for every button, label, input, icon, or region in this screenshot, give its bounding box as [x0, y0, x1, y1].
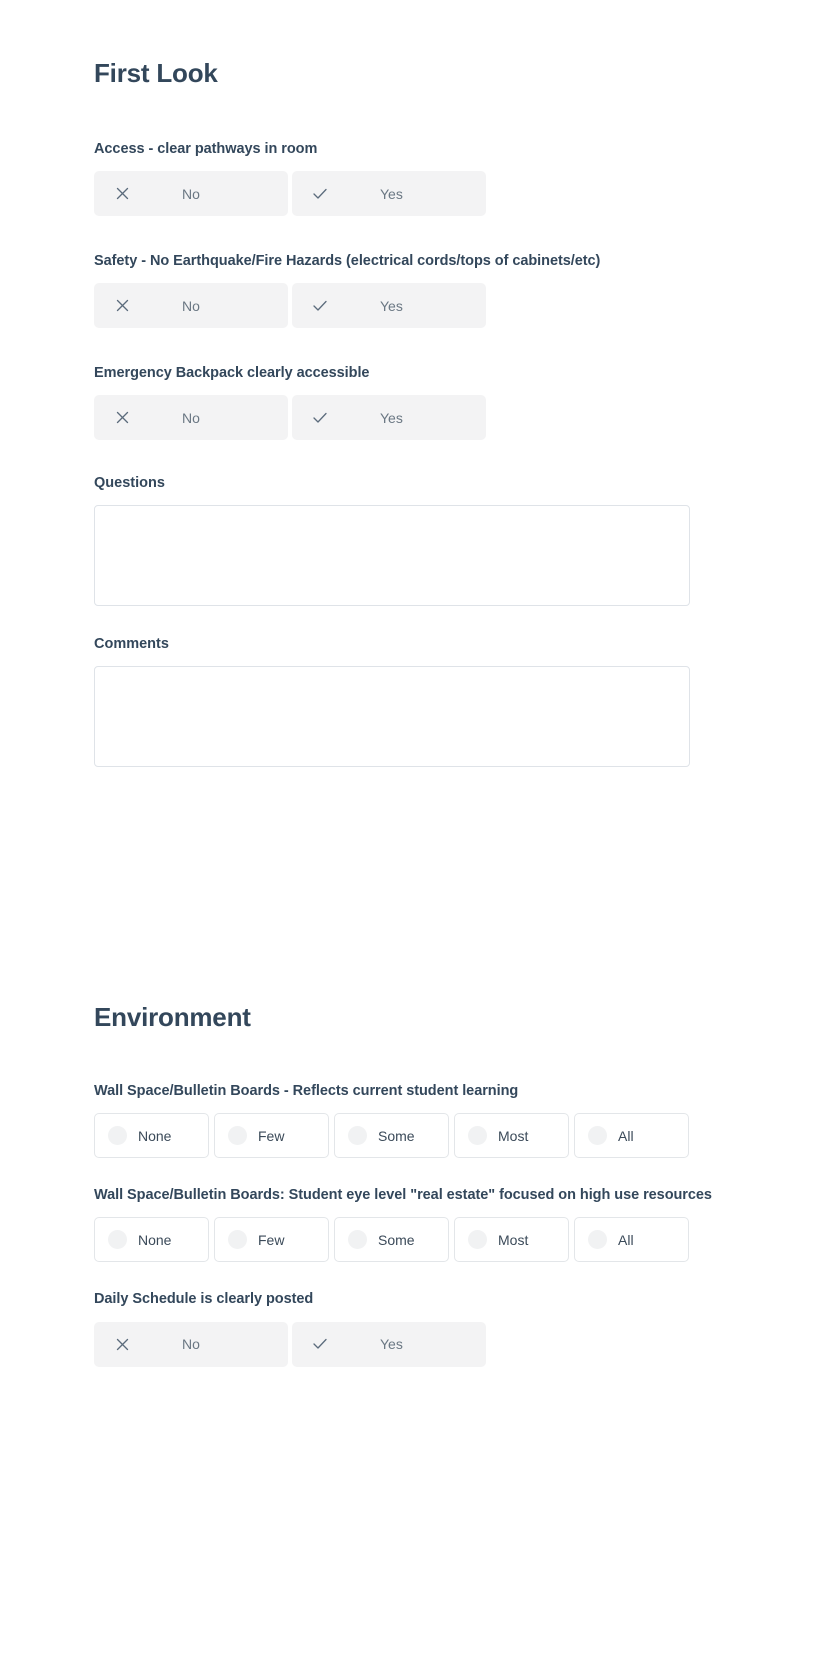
yesno-group-emergency-backpack: No Yes — [94, 395, 746, 441]
option-label: Yes — [380, 409, 403, 426]
option-no[interactable]: No — [94, 283, 288, 329]
option-label: Yes — [380, 1336, 403, 1352]
x-icon — [104, 411, 140, 424]
field-label: Comments — [94, 636, 169, 653]
field-label: Emergency Backpack clearly accessible — [94, 365, 370, 382]
field-daily-schedule: Daily Schedule is clearly posted No Yes — [94, 1289, 746, 1367]
radio-circle-icon — [348, 1126, 367, 1146]
radio-circle-icon — [228, 1126, 247, 1146]
section-environment: Environment Wall Space/Bulletin Boards -… — [94, 1002, 746, 1367]
scale-option-few[interactable]: Few — [214, 1217, 329, 1263]
scale-option-some[interactable]: Some — [334, 1113, 449, 1159]
check-icon — [302, 1338, 338, 1350]
option-label: Yes — [380, 297, 403, 314]
scale-group-wall-space-eye-level: None Few Some Most All — [94, 1217, 746, 1263]
field-label: Daily Schedule is clearly posted — [94, 1291, 314, 1308]
page-title: First Look — [94, 58, 218, 88]
field-questions: Questions — [94, 473, 746, 607]
option-no[interactable]: No — [94, 1321, 288, 1367]
scale-option-all[interactable]: All — [574, 1113, 689, 1159]
field-access: Access - clear pathways in room No Yes — [94, 139, 746, 217]
check-icon — [302, 188, 338, 200]
option-label: No — [182, 297, 200, 314]
option-label: No — [182, 1336, 200, 1352]
yesno-group-daily-schedule: No Yes — [94, 1321, 746, 1367]
field-label: Questions — [94, 475, 165, 492]
radio-circle-icon — [348, 1230, 367, 1250]
option-no[interactable]: No — [94, 395, 288, 441]
questions-textarea[interactable] — [94, 505, 690, 607]
option-no[interactable]: No — [94, 171, 288, 217]
scale-option-label: All — [618, 1127, 634, 1144]
option-label: Yes — [380, 185, 403, 202]
scale-option-most[interactable]: Most — [454, 1113, 569, 1159]
radio-circle-icon — [588, 1126, 607, 1146]
section-title-environment: Environment — [94, 1002, 251, 1033]
radio-circle-icon — [108, 1126, 127, 1146]
field-comments: Comments — [94, 634, 746, 768]
option-yes[interactable]: Yes — [292, 1321, 486, 1367]
scale-option-label: Most — [498, 1231, 529, 1248]
field-label: Access - clear pathways in room — [94, 141, 318, 158]
yesno-group-safety: No Yes — [94, 283, 746, 329]
scale-option-label: All — [618, 1231, 634, 1248]
radio-circle-icon — [588, 1230, 607, 1250]
option-yes[interactable]: Yes — [292, 171, 486, 217]
x-icon — [104, 187, 140, 200]
field-wall-space-eye-level: Wall Space/Bulletin Boards: Student eye … — [94, 1185, 746, 1263]
x-icon — [104, 1338, 140, 1351]
yesno-group-access: No Yes — [94, 171, 746, 217]
scale-option-few[interactable]: Few — [214, 1113, 329, 1159]
field-label: Wall Space/Bulletin Boards - Reflects cu… — [94, 1083, 519, 1100]
scale-option-most[interactable]: Most — [454, 1217, 569, 1263]
check-icon — [302, 412, 338, 424]
radio-circle-icon — [228, 1230, 247, 1250]
scale-option-all[interactable]: All — [574, 1217, 689, 1263]
field-label: Wall Space/Bulletin Boards: Student eye … — [94, 1187, 712, 1204]
field-safety: Safety - No Earthquake/Fire Hazards (ele… — [94, 251, 746, 329]
scale-option-label: Some — [378, 1127, 415, 1144]
form-page: First Look Access - clear pathways in ro… — [0, 0, 840, 1680]
scale-option-label: Most — [498, 1127, 529, 1144]
option-label: No — [182, 185, 200, 202]
option-yes[interactable]: Yes — [292, 283, 486, 329]
radio-circle-icon — [108, 1230, 127, 1250]
field-wall-space-reflects: Wall Space/Bulletin Boards - Reflects cu… — [94, 1081, 746, 1159]
field-label: Safety - No Earthquake/Fire Hazards (ele… — [94, 253, 601, 270]
form-content: First Look Access - clear pathways in ro… — [0, 0, 840, 1367]
section-first-look: First Look Access - clear pathways in ro… — [94, 0, 746, 768]
scale-group-wall-space-reflects: None Few Some Most All — [94, 1113, 746, 1159]
scale-option-label: None — [138, 1231, 172, 1248]
scale-option-label: Few — [258, 1231, 285, 1248]
check-icon — [302, 300, 338, 312]
scale-option-label: Few — [258, 1127, 285, 1144]
x-icon — [104, 299, 140, 312]
scale-option-none[interactable]: None — [94, 1113, 209, 1159]
radio-circle-icon — [468, 1230, 487, 1250]
comments-textarea[interactable] — [94, 666, 690, 768]
option-yes[interactable]: Yes — [292, 395, 486, 441]
option-label: No — [182, 409, 200, 426]
field-emergency-backpack: Emergency Backpack clearly accessible No — [94, 363, 746, 441]
scale-option-label: Some — [378, 1231, 415, 1248]
scale-option-some[interactable]: Some — [334, 1217, 449, 1263]
scale-option-none[interactable]: None — [94, 1217, 209, 1263]
scale-option-label: None — [138, 1127, 172, 1144]
radio-circle-icon — [468, 1126, 487, 1146]
